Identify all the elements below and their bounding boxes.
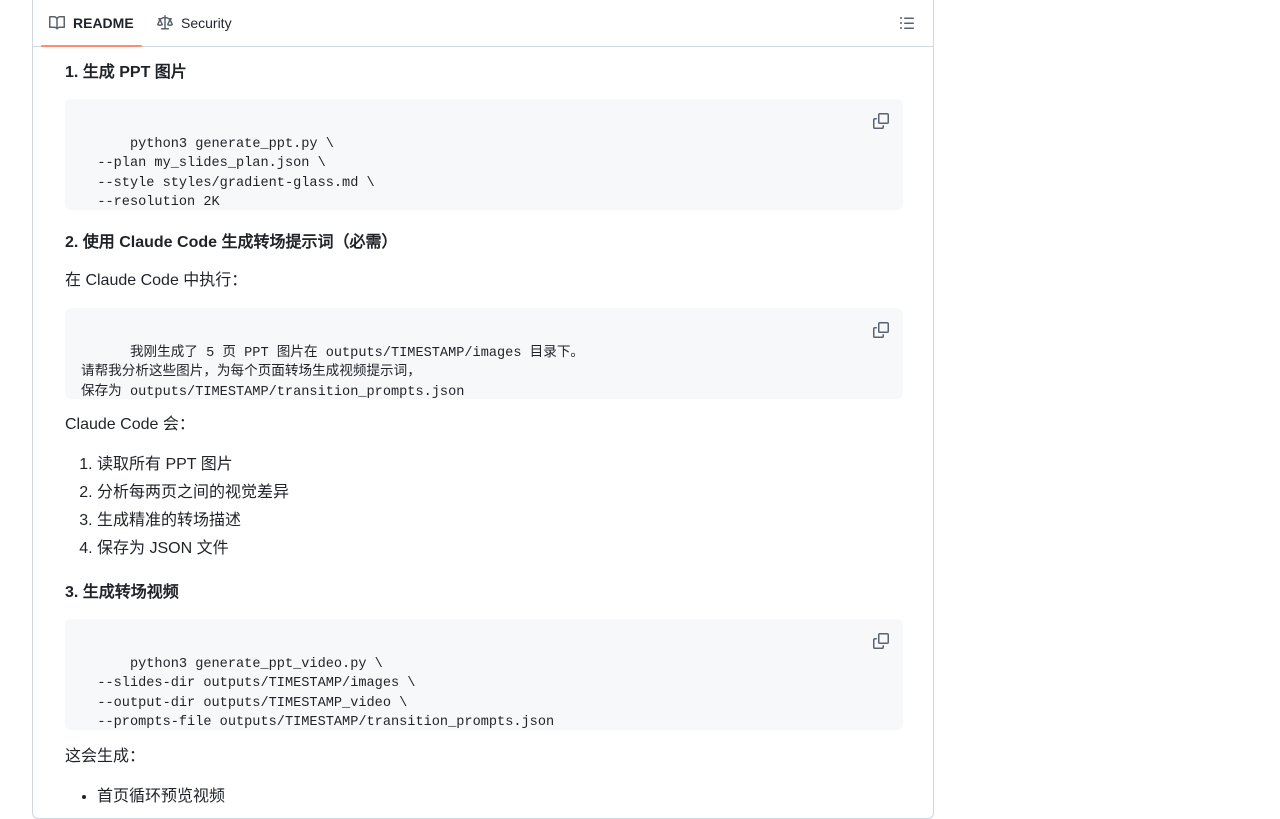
law-scale-icon xyxy=(157,14,173,29)
section-3-after: 这会生成： xyxy=(65,745,903,769)
tab-security[interactable]: Security xyxy=(149,0,240,46)
section-2-after: Claude Code 会： xyxy=(65,416,195,433)
code-block-1: python3 generate_ppt.py \ --plan my_slid… xyxy=(65,99,903,210)
code-text-3: python3 generate_ppt_video.py \ --slides… xyxy=(97,656,555,731)
tab-bar: README Security xyxy=(33,0,933,47)
section-heading-1: 1. 生成 PPT 图片 xyxy=(65,64,187,81)
code-text-2: 我刚生成了 5 页 PPT 图片在 outputs/TIMESTAMP/imag… xyxy=(81,345,585,400)
section-2-intro: 在 Claude Code 中执行： xyxy=(65,272,248,289)
tab-readme-label: README xyxy=(73,14,134,31)
copy-icon xyxy=(873,633,889,649)
list-item: 首页循环预览视频 xyxy=(97,783,903,811)
readme-content: 1. 生成 PPT 图片 python3 generate_ppt.py \ -… xyxy=(65,47,903,811)
book-icon xyxy=(49,15,65,29)
copy-button-2[interactable] xyxy=(871,320,891,340)
code-text-1: python3 generate_ppt.py \ --plan my_slid… xyxy=(97,136,375,211)
section-3-bullets: 首页循环预览视频 xyxy=(65,783,903,811)
copy-icon xyxy=(873,113,889,129)
outline-button[interactable] xyxy=(895,11,919,35)
section-heading-2: 2. 使用 Claude Code 生成转场提示词（必需） xyxy=(65,234,398,251)
list-unordered-icon xyxy=(900,17,914,29)
list-item: 生成精准的转场描述 xyxy=(97,507,903,535)
list-item: 分析每两页之间的视觉差异 xyxy=(97,479,903,507)
readme-panel: README Security 1. 生成 PPT 图片 python3 gen… xyxy=(32,0,934,819)
copy-button-3[interactable] xyxy=(871,631,891,651)
code-block-3: python3 generate_ppt_video.py \ --slides… xyxy=(65,619,903,730)
list-item: 保存为 JSON 文件 xyxy=(97,535,903,563)
section-2-steps: 读取所有 PPT 图片 分析每两页之间的视觉差异 生成精准的转场描述 保存为 J… xyxy=(65,451,903,563)
code-block-2: 我刚生成了 5 页 PPT 图片在 outputs/TIMESTAMP/imag… xyxy=(65,308,903,400)
copy-icon xyxy=(873,322,889,338)
tab-readme[interactable]: README xyxy=(41,0,142,47)
copy-button-1[interactable] xyxy=(871,111,891,131)
tab-security-label: Security xyxy=(181,14,232,31)
list-item: 读取所有 PPT 图片 xyxy=(97,451,903,479)
section-heading-3: 3. 生成转场视频 xyxy=(65,584,179,601)
